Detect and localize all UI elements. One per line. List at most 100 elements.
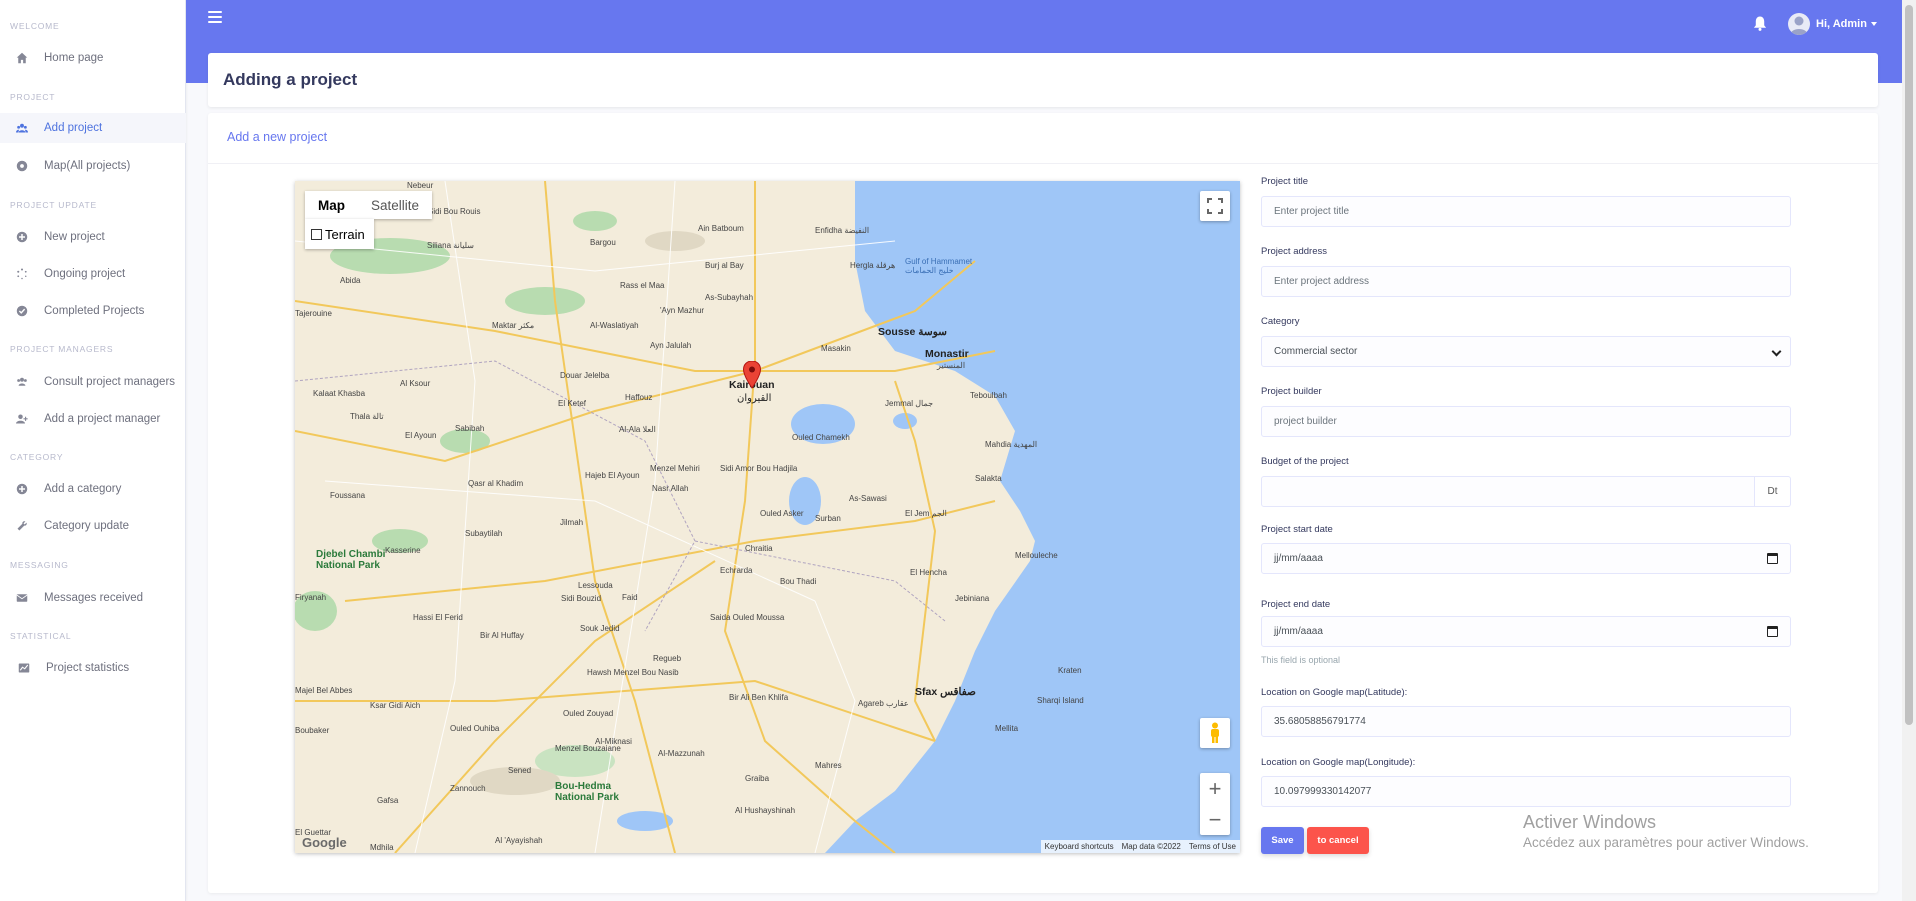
page-title-card: Adding a project [208, 53, 1878, 107]
project-address-input[interactable]: Enter project address [1261, 266, 1791, 297]
project-title-input[interactable]: Enter project title [1261, 196, 1791, 227]
sidebar: WELCOME Home page PROJECT Add project Ma… [0, 0, 186, 901]
card-header: Add a new project [208, 113, 1878, 164]
chart-icon [17, 661, 31, 675]
cancel-button[interactable]: to cancel [1307, 827, 1369, 854]
map-type-control: Map Satellite [305, 191, 433, 219]
calendar-icon[interactable] [1767, 626, 1778, 637]
sidebar-item-label: New project [44, 231, 105, 243]
start-date-input[interactable]: jj/mm/aaaa [1261, 543, 1791, 574]
wrench-icon [15, 519, 29, 533]
watermark-subtitle: Accédez aux paramètres pour activer Wind… [1523, 835, 1809, 850]
plus-circle-icon [15, 482, 29, 496]
category-select-value: Commercial sector [1274, 346, 1358, 357]
sidebar-item-label: Ongoing project [44, 268, 126, 280]
zoom-in-button[interactable]: + [1200, 773, 1230, 804]
plus-circle-icon [15, 230, 29, 244]
budget-input-group: Dt [1261, 476, 1791, 507]
marker-city-label-ar: القيروان [737, 393, 772, 404]
fullscreen-icon [1207, 198, 1223, 214]
card-title: Add a new project [227, 130, 328, 144]
keyboard-shortcuts-link[interactable]: Keyboard shortcuts [1045, 842, 1114, 851]
sidebar-item-completed-projects[interactable]: Completed Projects [0, 296, 186, 326]
end-date-placeholder: jj/mm/aaaa [1274, 626, 1323, 637]
sidebar-item-statistics[interactable]: Project statistics [0, 653, 186, 683]
sidebar-item-label: Home page [44, 52, 104, 64]
scrollbar-thumb[interactable] [1905, 5, 1913, 725]
checkbox-icon [311, 228, 322, 240]
latitude-label: Location on Google map(Latitude): [1261, 687, 1408, 698]
sidebar-heading-category: CATEGORY [10, 452, 64, 462]
sidebar-item-label: Add a project manager [44, 413, 161, 425]
bell-icon[interactable] [1753, 16, 1767, 31]
sidebar-item-label: Messages received [44, 592, 144, 604]
page-title: Adding a project [223, 70, 358, 89]
zoom-control: + − [1200, 773, 1230, 835]
project-title-label: Project title [1261, 176, 1308, 187]
user-menu[interactable]: Hi, Admin [1788, 13, 1877, 35]
save-button[interactable]: Save [1261, 827, 1304, 854]
chevron-down-icon [1870, 22, 1877, 26]
budget-label: Budget of the project [1261, 456, 1349, 467]
sidebar-item-label: Consult project managers [44, 376, 176, 388]
category-select[interactable]: Commercial sector [1261, 336, 1791, 367]
zoom-out-button[interactable]: − [1200, 804, 1230, 835]
sidebar-item-ongoing-project[interactable]: Ongoing project [0, 259, 186, 289]
pegman-icon [1211, 722, 1219, 743]
sidebar-item-category-update[interactable]: Category update [0, 511, 186, 541]
longitude-input[interactable]: 10.097999330142077 [1261, 776, 1791, 807]
street-view-pegman-button[interactable] [1200, 718, 1230, 748]
google-logo[interactable]: Google [302, 835, 347, 850]
page-scrollbar[interactable] [1902, 0, 1916, 901]
sidebar-item-map-all-projects[interactable]: Map(All projects) [0, 151, 186, 181]
chevron-down-icon [1771, 346, 1782, 357]
terms-of-use-link[interactable]: Terms of Use [1189, 842, 1236, 851]
home-icon [15, 51, 29, 65]
budget-input[interactable] [1261, 476, 1755, 507]
budget-currency-addon: Dt [1755, 476, 1791, 507]
category-label: Category [1261, 316, 1300, 327]
end-date-input[interactable]: jj/mm/aaaa [1261, 616, 1791, 647]
project-builder-input[interactable]: project builder [1261, 406, 1791, 437]
latitude-input[interactable]: 35.68058856791774 [1261, 706, 1791, 737]
sidebar-heading-welcome: WELCOME [10, 21, 60, 31]
map-type-map-button[interactable]: Map [305, 191, 358, 219]
fullscreen-button[interactable] [1200, 191, 1230, 221]
envelope-icon [15, 591, 29, 605]
map-type-satellite-button[interactable]: Satellite [358, 191, 432, 219]
sidebar-item-home[interactable]: Home page [0, 43, 186, 73]
google-map[interactable]: Sidi Bou Rouis Siliana سليانة Enfidha ال… [295, 181, 1240, 853]
sidebar-item-label: Add project [44, 122, 103, 134]
sidebar-item-label: Project statistics [46, 662, 130, 674]
menu-toggle-icon[interactable] [208, 11, 222, 23]
windows-activation-watermark: Activer Windows Accédez aux paramètres p… [1523, 812, 1809, 850]
check-circle-icon [15, 304, 29, 318]
longitude-label: Location on Google map(Longitude): [1261, 757, 1416, 768]
sidebar-heading-project: PROJECT [10, 92, 56, 102]
gulf-label: Gulf of Hammamet خليج الحمامات [905, 257, 973, 275]
sidebar-item-consult-managers[interactable]: Consult project managers [0, 367, 186, 397]
user-plus-icon [15, 412, 29, 426]
map-data-text: Map data ©2022 [1121, 842, 1181, 851]
sidebar-item-label: Category update [44, 520, 130, 532]
location-marker-icon[interactable] [743, 361, 761, 389]
sidebar-item-add-category[interactable]: Add a category [0, 474, 186, 504]
start-date-placeholder: jj/mm/aaaa [1274, 553, 1323, 564]
sidebar-item-add-manager[interactable]: Add a project manager [0, 404, 186, 434]
sidebar-item-messages[interactable]: Messages received [0, 583, 186, 613]
user-greeting: Hi, Admin [1816, 18, 1867, 30]
sidebar-item-label: Completed Projects [44, 305, 145, 317]
map-globe-icon [15, 159, 29, 173]
avatar [1788, 13, 1810, 35]
sidebar-item-new-project[interactable]: New project [0, 222, 186, 252]
sidebar-heading-project-managers: PROJECT MANAGERS [10, 344, 114, 354]
sidebar-item-add-project[interactable]: Add project [0, 113, 186, 143]
start-date-label: Project start date [1261, 524, 1333, 535]
end-date-hint: This field is optional [1261, 655, 1341, 665]
terrain-checkbox[interactable]: Terrain [305, 219, 374, 249]
map-footer: Keyboard shortcuts Map data ©2022 Terms … [1040, 840, 1240, 853]
calendar-icon[interactable] [1767, 553, 1778, 564]
spinner-icon [15, 267, 29, 281]
sidebar-item-label: Add a category [44, 483, 122, 495]
sidebar-heading-project-update: PROJECT UPDATE [10, 200, 97, 210]
